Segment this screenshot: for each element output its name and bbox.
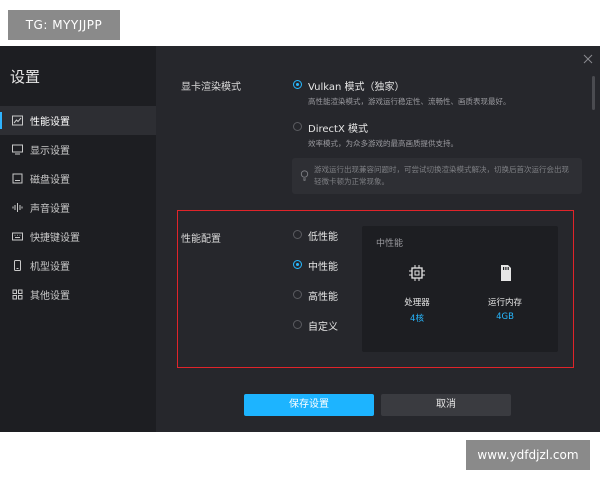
keyboard-icon (12, 231, 23, 242)
cpu-label: 处理器 (404, 298, 430, 308)
cpu-value: 4核 (410, 314, 424, 324)
settings-window: 设置 性能设置 显示设置 磁盘设置 声音设置 快捷键设置 机型设置 其他设置 显… (0, 46, 600, 432)
render-tip-box: 游戏运行出现兼容问题时，可尝试切换渲染模式解决，切换后首次运行会出现轻微卡顿为正… (292, 158, 582, 194)
grid-icon (12, 289, 23, 300)
scrollbar[interactable] (592, 76, 595, 110)
sidebar-item-other[interactable]: 其他设置 (0, 280, 156, 309)
option-directx-desc: 效率模式，为众多游戏的最高画质提供支持。 (308, 139, 458, 148)
option-low-performance: 低性能 (308, 232, 338, 243)
close-button[interactable] (582, 50, 594, 64)
radio-high-performance[interactable] (293, 290, 302, 299)
sidebar-item-sound[interactable]: 声音设置 (0, 193, 156, 222)
sidebar-item-display[interactable]: 显示设置 (0, 135, 156, 164)
ram-label: 运行内存 (487, 298, 522, 308)
radio-low-performance[interactable] (293, 230, 302, 239)
performance-summary-card: 中性能 处理器 4核 运行内存 4GB (362, 226, 558, 352)
sound-icon (12, 202, 23, 213)
close-icon (583, 54, 593, 64)
radio-custom-performance[interactable] (293, 320, 302, 329)
cancel-button[interactable]: 取消 (381, 394, 511, 416)
radio-vulkan[interactable] (293, 80, 302, 89)
render-mode-label: 显卡渲染模式 (181, 82, 241, 93)
sidebar-item-label: 快捷键设置 (30, 233, 80, 244)
sidebar-item-label: 其他设置 (30, 291, 70, 302)
display-icon (12, 144, 23, 155)
performance-label: 性能配置 (181, 234, 221, 245)
save-button[interactable]: 保存设置 (244, 394, 374, 416)
sidebar-item-performance[interactable]: 性能设置 (0, 106, 156, 135)
radio-medium-performance[interactable] (293, 260, 302, 269)
sidebar-item-label: 显示设置 (30, 146, 70, 157)
watermark-top: TG: MYYJJPP (8, 10, 120, 40)
lightbulb-icon (300, 166, 309, 185)
option-directx-label: DirectX 模式 (308, 124, 368, 135)
radio-directx[interactable] (293, 122, 302, 131)
option-medium-performance: 中性能 (308, 262, 338, 273)
sidebar-item-label: 声音设置 (30, 204, 70, 215)
cpu-icon (409, 265, 425, 281)
performance-icon (12, 115, 23, 126)
disk-icon (12, 173, 23, 184)
sidebar-item-label: 性能设置 (30, 117, 70, 128)
ram-value: 4GB (496, 312, 514, 322)
sidebar-item-label: 磁盘设置 (30, 175, 70, 186)
option-high-performance: 高性能 (308, 292, 338, 303)
sidebar-item-label: 机型设置 (30, 262, 70, 273)
option-vulkan-label: Vulkan 模式（独家） (308, 82, 405, 93)
sidebar-item-disk[interactable]: 磁盘设置 (0, 164, 156, 193)
sidebar-item-device[interactable]: 机型设置 (0, 251, 156, 280)
sidebar-title: 设置 (10, 68, 41, 86)
render-tip-text: 游戏运行出现兼容问题时，可尝试切换渲染模式解决，切换后首次运行会出现轻微卡顿为正… (314, 165, 569, 186)
option-custom-performance: 自定义 (308, 322, 338, 333)
performance-card-title: 中性能 (376, 239, 404, 249)
watermark-bottom: www.ydfdjzl.com (466, 440, 590, 470)
phone-icon (12, 260, 23, 271)
sidebar: 设置 性能设置 显示设置 磁盘设置 声音设置 快捷键设置 机型设置 其他设置 (0, 46, 156, 432)
memory-card-icon (501, 265, 511, 281)
sidebar-nav: 性能设置 显示设置 磁盘设置 声音设置 快捷键设置 机型设置 其他设置 (0, 106, 156, 309)
sidebar-item-shortcuts[interactable]: 快捷键设置 (0, 222, 156, 251)
option-vulkan-desc: 高性能渲染模式，游戏运行稳定性、流畅性、画质表现最好。 (308, 97, 511, 106)
